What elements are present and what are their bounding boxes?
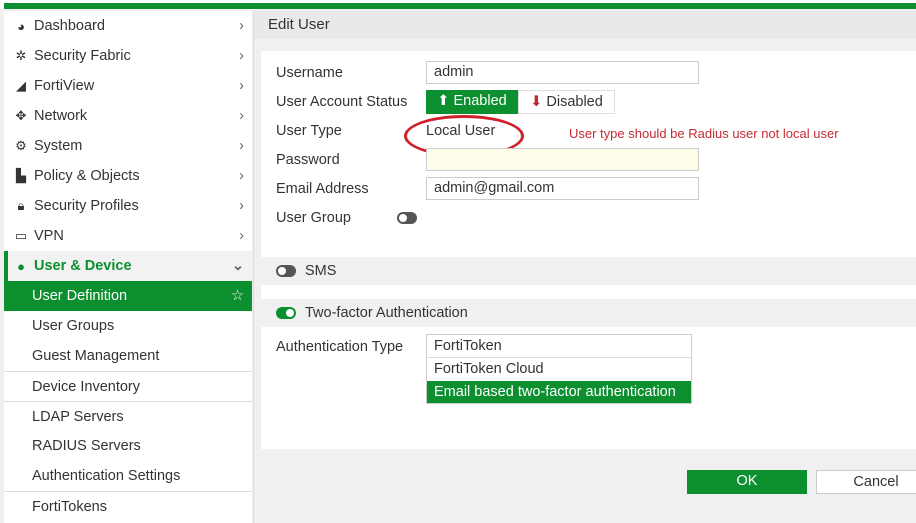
sidebar-item-ldap-servers[interactable]: LDAP Servers xyxy=(4,401,252,431)
sms-section: SMS xyxy=(261,257,916,285)
auth-type-section: Authentication Type FortiToken FortiToke… xyxy=(261,327,916,449)
twofa-section: Two-factor Authentication xyxy=(261,299,916,327)
password-label: Password xyxy=(276,152,340,168)
sidebar-item-network[interactable]: ✥ Network › xyxy=(4,101,252,131)
sidebar-item-user-groups[interactable]: User Groups xyxy=(4,311,252,341)
auth-option-fortitoken-cloud[interactable]: FortiToken Cloud xyxy=(427,358,691,381)
lock-icon: 🔒︎ xyxy=(17,198,25,213)
twofa-label: Two-factor Authentication xyxy=(305,305,468,321)
auth-type-list[interactable]: FortiToken FortiToken Cloud Email based … xyxy=(426,334,692,404)
chevron-right-icon: › xyxy=(239,78,244,94)
enabled-button[interactable]: ⬆ Enabled xyxy=(426,90,518,114)
auth-option-fortitoken[interactable]: FortiToken xyxy=(427,335,691,358)
auth-option-email[interactable]: Email based two-factor authentication xyxy=(427,381,691,403)
arrow-down-icon: ⬇ xyxy=(530,94,543,110)
username-input[interactable]: admin xyxy=(426,61,699,84)
chevron-right-icon: › xyxy=(239,138,244,154)
sidebar-item-system[interactable]: ⚙ System › xyxy=(4,131,252,161)
user-group-toggle[interactable] xyxy=(397,212,417,224)
cancel-button[interactable]: Cancel xyxy=(816,470,916,494)
email-input[interactable]: admin@gmail.com xyxy=(426,177,699,200)
ok-button[interactable]: OK xyxy=(687,470,807,494)
sidebar-item-vpn[interactable]: ▭ VPN › xyxy=(4,221,252,251)
laptop-icon: ▭ xyxy=(14,228,28,243)
email-label: Email Address xyxy=(276,181,369,197)
annotation-text: User type should be Radius user not loca… xyxy=(569,125,839,141)
sidebar-item-fortiview[interactable]: ◢ FortiView › xyxy=(4,71,252,101)
sidebar-item-dashboard[interactable]: ◕ Dashboard › xyxy=(4,11,252,41)
disabled-button[interactable]: ⬇ Disabled xyxy=(518,90,615,114)
top-bar xyxy=(0,0,916,9)
sidebar-item-device-inventory[interactable]: Device Inventory xyxy=(4,371,252,401)
chevron-right-icon: › xyxy=(239,108,244,124)
gear-icon: ⚙ xyxy=(15,138,27,153)
sidebar-item-security-profiles[interactable]: 🔒︎ Security Profiles › xyxy=(4,191,252,221)
password-input[interactable] xyxy=(426,148,699,171)
chevron-right-icon: › xyxy=(239,168,244,184)
main-content: Edit User Username admin User Account St… xyxy=(253,11,916,523)
fabric-icon: ✲ xyxy=(15,48,27,63)
sidebar-item-authentication-settings[interactable]: Authentication Settings xyxy=(4,461,252,491)
star-icon[interactable]: ☆ xyxy=(231,288,244,304)
chevron-right-icon: › xyxy=(239,48,244,64)
chevron-right-icon: › xyxy=(239,18,244,34)
policy-icon: ▙ xyxy=(16,168,26,183)
twofa-toggle[interactable] xyxy=(276,307,296,319)
dashboard-icon: ◕ xyxy=(17,18,25,34)
user-type-label: User Type xyxy=(276,123,342,139)
move-icon: ✥ xyxy=(15,108,27,123)
sidebar-item-fortitokens[interactable]: FortiTokens xyxy=(4,491,252,521)
sidebar-item-guest-management[interactable]: Guest Management xyxy=(4,341,252,371)
chevron-down-icon: ⌄ xyxy=(231,258,244,274)
status-label: User Account Status xyxy=(276,94,408,110)
sidebar-item-policy[interactable]: ▙ Policy & Objects › xyxy=(4,161,252,191)
sms-toggle[interactable] xyxy=(276,265,296,277)
sidebar-item-user-definition[interactable]: User Definition ☆ xyxy=(4,281,252,311)
page-title: Edit User xyxy=(254,11,916,39)
user-form: Username admin User Account Status ⬆ Ena… xyxy=(261,51,916,257)
user-icon: ● xyxy=(17,258,25,274)
sidebar-item-security-fabric[interactable]: ✲ Security Fabric › xyxy=(4,41,252,71)
sidebar-item-user-device[interactable]: ● User & Device ⌄ xyxy=(4,251,252,281)
spacer xyxy=(261,285,916,299)
sidebar: ◕ Dashboard › ✲ Security Fabric › ◢ FortiView… xyxy=(4,11,252,523)
auth-type-label: Authentication Type xyxy=(276,339,404,355)
sidebar-item-radius-servers[interactable]: RADIUS Servers xyxy=(4,431,252,461)
arrow-up-icon: ⬆ xyxy=(437,93,450,109)
sms-label: SMS xyxy=(305,263,337,279)
chart-icon: ◢ xyxy=(16,78,26,93)
username-label: Username xyxy=(276,65,343,81)
chevron-right-icon: › xyxy=(239,198,244,214)
user-group-label: User Group xyxy=(276,210,351,226)
chevron-right-icon: › xyxy=(239,228,244,244)
